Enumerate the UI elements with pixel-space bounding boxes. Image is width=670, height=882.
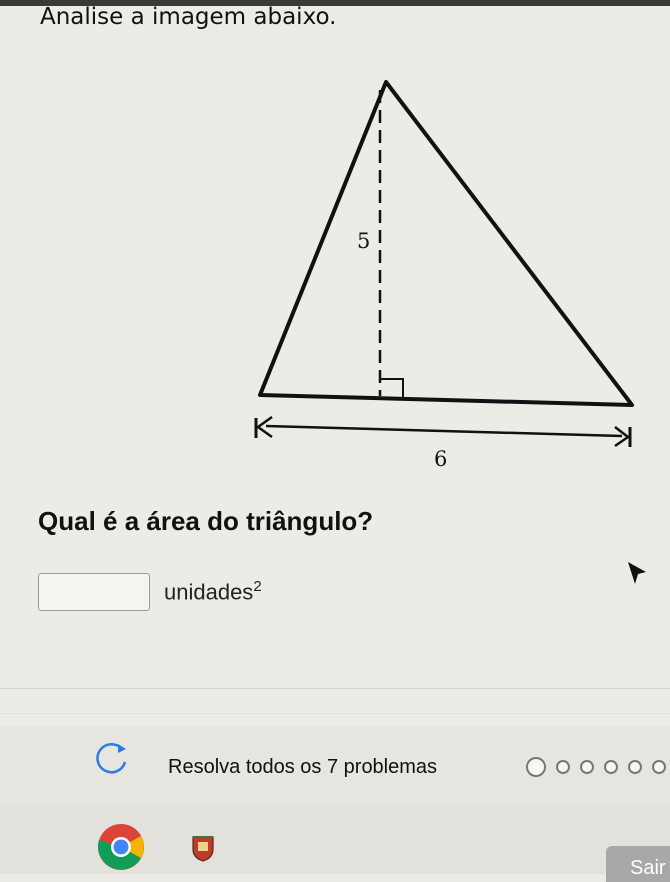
divider [0,713,670,714]
question-text: Qual é a área do triângulo? [38,506,374,536]
triangle-figure: 5 6 [254,80,634,471]
answer-input[interactable] [38,573,150,611]
unit-exponent: 2 [253,578,262,596]
mouse-cursor-icon [628,562,646,584]
triangle-shape [258,80,634,407]
progress-dots [526,757,670,777]
base-label: 6 [434,447,447,471]
right-angle-marker [380,378,404,397]
exit-button[interactable]: Sair [606,846,670,882]
height-label: 5 [357,229,370,253]
crest-icon[interactable] [190,834,216,862]
reload-icon[interactable] [92,738,132,778]
chrome-icon[interactable] [96,822,146,872]
progress-dot[interactable] [628,760,642,774]
unit-label: unidades2 [164,578,262,605]
progress-dot[interactable] [556,760,570,774]
progress-dot[interactable] [604,760,618,774]
instruction-text: Analise a imagem abaixo. [40,4,337,30]
progress-text: Resolva todos os 7 problemas [168,756,438,778]
progress-dot[interactable] [526,757,546,777]
base-dimension-line [265,424,623,438]
unit-text: unidades [164,579,254,605]
progress-dot[interactable] [652,760,666,774]
answer-row: unidades2 [38,570,262,614]
progress-dot[interactable] [580,760,594,774]
divider [0,688,670,689]
